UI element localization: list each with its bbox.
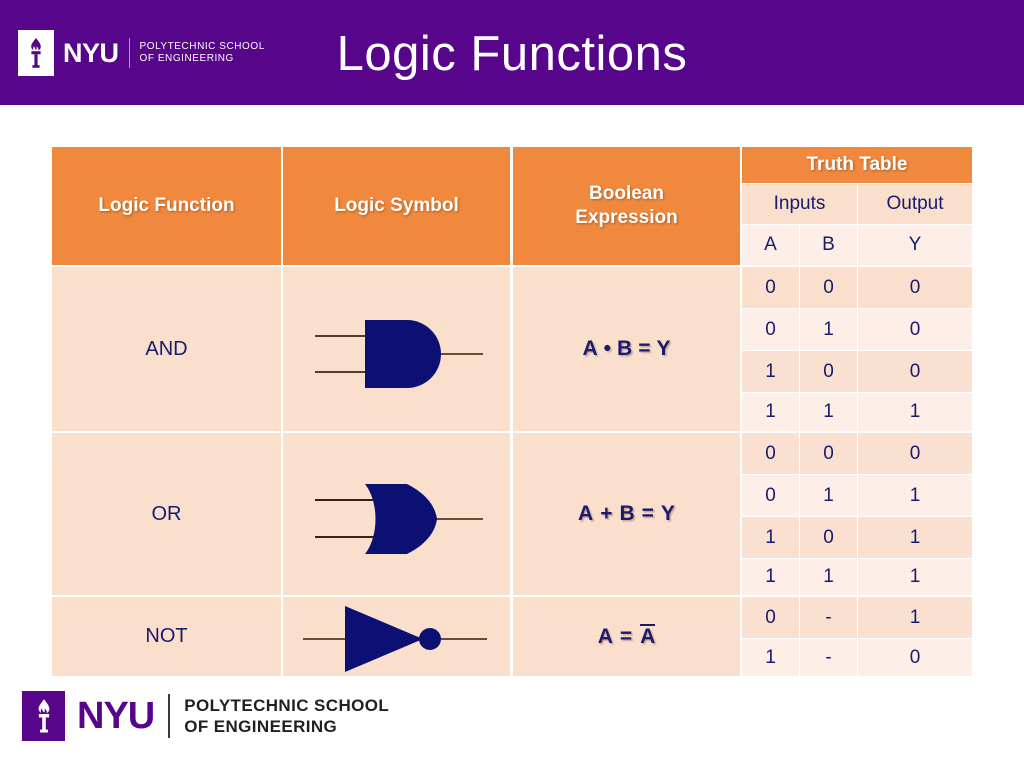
page-title: Logic Functions	[336, 27, 688, 81]
logic-functions-table: Logic Function Logic Symbol Boolean Expr…	[52, 147, 972, 676]
header-logic-function: Logic Function	[52, 147, 281, 265]
truth-cell-b: 0	[800, 433, 857, 474]
expression-and: A • B = Y	[513, 267, 740, 431]
row-label-or: OR	[52, 433, 281, 595]
expression-or-out: Y	[660, 502, 675, 525]
truth-cell-y: 0	[858, 351, 972, 392]
truth-cell-b: -	[800, 639, 857, 676]
torch-icon	[22, 691, 65, 741]
expression-or-eq: =	[641, 502, 654, 525]
expression-not-out: A	[640, 624, 656, 649]
truth-cell-a: 1	[742, 351, 799, 392]
expression-not-eq: =	[619, 624, 633, 648]
header-boolean-expression: Boolean Expression	[513, 147, 740, 265]
header-logic-symbol: Logic Symbol	[283, 147, 510, 265]
truth-cell-y: 0	[858, 433, 972, 474]
header-col-y: Y	[858, 225, 972, 265]
header-col-b: B	[800, 225, 857, 265]
truth-cell-a: 1	[742, 393, 799, 431]
truth-cell-b: 0	[800, 267, 857, 308]
not-gate-icon	[283, 597, 510, 676]
truth-cell-b: 1	[800, 475, 857, 516]
truth-cell-a: 0	[742, 433, 799, 474]
header-band: NYU POLYTECHNIC SCHOOL OF ENGINEERING Lo…	[0, 0, 1024, 105]
footer-logo-divider	[168, 694, 171, 738]
truth-cell-b: 0	[800, 351, 857, 392]
expression-and-left: A	[582, 337, 598, 360]
truth-cell-y: 0	[858, 267, 972, 308]
expression-and-eq: =	[638, 337, 651, 360]
truth-cell-b: -	[800, 597, 857, 638]
truth-cell-y: 0	[858, 639, 972, 676]
footer-nyu-logo: NYU POLYTECHNIC SCHOOL OF ENGINEERING	[22, 690, 389, 742]
header-col-a: A	[742, 225, 799, 265]
footer-logo-line1: POLYTECHNIC SCHOOL	[184, 696, 390, 715]
expression-or: A + B = Y	[513, 433, 740, 595]
header-truth-table: Truth Table	[742, 147, 972, 183]
footer-nyu-wordmark: NYU	[77, 695, 155, 737]
truth-cell-a: 1	[742, 559, 799, 595]
expression-or-op: +	[600, 502, 613, 525]
header-boolean-expression-line1: Boolean	[589, 183, 664, 204]
truth-cell-y: 1	[858, 597, 972, 638]
truth-cell-b: 1	[800, 309, 857, 350]
truth-cell-b: 1	[800, 559, 857, 595]
header-inputs: Inputs	[742, 184, 857, 224]
expression-or-right: B	[619, 502, 635, 525]
or-gate-icon	[283, 433, 510, 595]
and-gate-icon	[283, 267, 510, 431]
truth-cell-y: 1	[858, 475, 972, 516]
truth-cell-y: 1	[858, 517, 972, 558]
row-label-not: NOT	[52, 597, 281, 676]
truth-cell-a: 0	[742, 597, 799, 638]
footer-logo-subtext: POLYTECHNIC SCHOOL OF ENGINEERING	[184, 695, 389, 737]
expression-or-left: A	[578, 502, 594, 525]
expression-and-right: B	[617, 337, 633, 360]
truth-cell-b: 1	[800, 393, 857, 431]
footer-logo-line2: OF ENGINEERING	[184, 717, 338, 736]
truth-cell-y: 1	[858, 393, 972, 431]
header-boolean-expression-line2: Expression	[575, 207, 678, 228]
header-output: Output	[858, 184, 972, 224]
truth-cell-a: 0	[742, 475, 799, 516]
truth-cell-a: 0	[742, 309, 799, 350]
truth-cell-y: 1	[858, 559, 972, 595]
truth-cell-y: 0	[858, 309, 972, 350]
truth-cell-b: 0	[800, 517, 857, 558]
expression-not: A = A	[513, 597, 740, 676]
truth-cell-a: 0	[742, 267, 799, 308]
truth-cell-a: 1	[742, 517, 799, 558]
expression-and-out: Y	[656, 337, 671, 360]
truth-cell-a: 1	[742, 639, 799, 676]
expression-and-op: •	[603, 337, 612, 360]
expression-not-left: A	[597, 624, 613, 648]
row-label-and: AND	[52, 267, 281, 431]
